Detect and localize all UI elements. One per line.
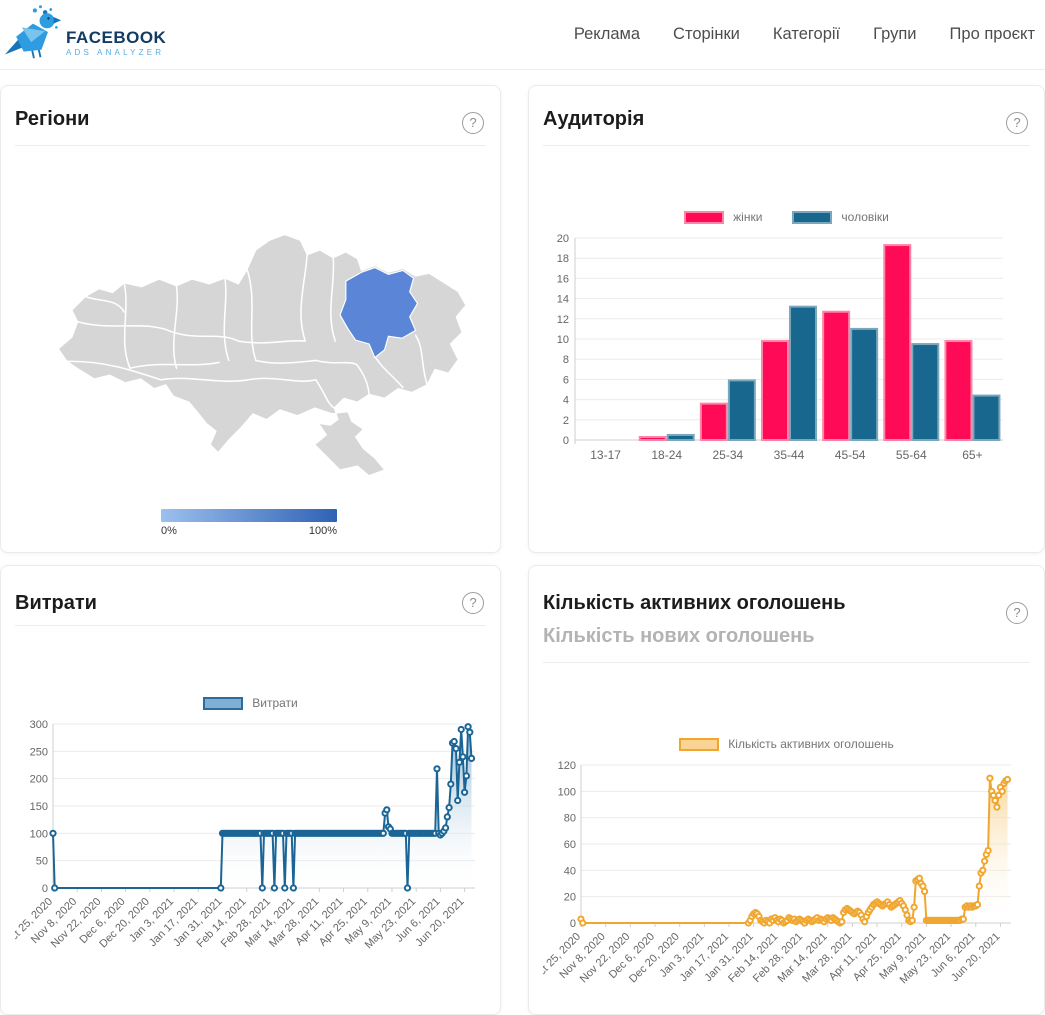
svg-text:8: 8 <box>563 354 569 366</box>
map-scale-gradient <box>161 509 337 522</box>
svg-text:20: 20 <box>564 892 576 904</box>
ads-chart-legend: Кількість активних оголошень <box>543 737 1030 751</box>
ukraine-map[interactable] <box>15 194 486 499</box>
legend-swatch <box>684 210 725 224</box>
logo-title: FACEBOOK <box>66 28 167 47</box>
svg-text:6: 6 <box>563 374 569 386</box>
svg-text:14: 14 <box>557 294 569 306</box>
svg-text:4: 4 <box>563 395 569 407</box>
expenses-help-icon[interactable]: ? <box>462 592 484 614</box>
svg-text:35-44: 35-44 <box>774 448 805 462</box>
legend-swatch <box>203 696 244 710</box>
svg-text:250: 250 <box>30 746 48 758</box>
dashboard-grid: Регіони ? 0% 100% Аудиторія ? жінки чоло… <box>0 70 1045 1015</box>
legend-swatch <box>792 210 833 224</box>
legend-swatch <box>679 737 720 751</box>
logo-text: FACEBOOK ADS ANALYZER <box>66 29 166 66</box>
ads-help-icon[interactable]: ? <box>1006 602 1028 624</box>
legend-item[interactable]: чоловіки <box>792 210 889 224</box>
audience-chart: 0 2 4 6 8 10 12 14 16 18 20 13-17 18-24 25-34 35-44 45-… <box>543 230 1030 473</box>
svg-text:45-54: 45-54 <box>835 448 866 462</box>
svg-text:18: 18 <box>557 253 569 265</box>
expenses-chart-legend: Витрати <box>15 696 486 710</box>
svg-text:16: 16 <box>557 273 569 285</box>
nav-item-categories[interactable]: Категорії <box>773 25 840 44</box>
divider <box>543 662 1030 663</box>
new-ads-title-toggle[interactable]: Кількість нових оголошень <box>543 625 1030 648</box>
main-nav: Реклама Сторінки Категорії Групи Про про… <box>574 25 1035 44</box>
active-ads-card: Кількість активних оголошень Кількість н… <box>528 565 1045 1015</box>
svg-text:200: 200 <box>30 774 48 786</box>
regions-card: Регіони ? 0% 100% <box>0 85 501 553</box>
legend-label: жінки <box>733 210 763 224</box>
legend-label: чоловіки <box>841 210 889 224</box>
svg-text:0: 0 <box>42 883 48 895</box>
regions-help-icon[interactable]: ? <box>462 112 484 134</box>
svg-text:13-17: 13-17 <box>590 448 621 462</box>
svg-text:100: 100 <box>30 828 48 840</box>
audience-card-title: Аудиторія <box>543 108 645 130</box>
active-ads-title: Кількість активних оголошень <box>543 592 846 614</box>
expenses-card-title: Витрати <box>15 592 97 614</box>
legend-item[interactable]: Кількість активних оголошень <box>679 737 894 751</box>
bird-logo-icon <box>4 3 62 66</box>
nav-item-about[interactable]: Про проєкт <box>950 25 1035 44</box>
legend-item[interactable]: жінки <box>684 210 762 224</box>
ads-chart: 0 20 40 60 80 100 120 Oct 25, 2020 Nov 8, 2020 No… <box>530 757 1030 1014</box>
legend-label: Витрати <box>252 696 298 710</box>
svg-text:10: 10 <box>557 334 569 346</box>
audience-help-icon[interactable]: ? <box>1006 112 1028 134</box>
expenses-chart: 0 50 100 150 200 250 300 Oct 25, 2020 Nov 8, 202… <box>2 716 486 979</box>
nav-item-pages[interactable]: Сторінки <box>673 25 740 44</box>
svg-text:65+: 65+ <box>962 448 982 462</box>
svg-text:80: 80 <box>564 813 576 825</box>
svg-text:50: 50 <box>36 856 48 868</box>
svg-text:100: 100 <box>558 786 576 798</box>
divider <box>15 145 486 146</box>
svg-text:0: 0 <box>563 435 569 447</box>
expenses-card: Витрати ? Витрати 0 50 100 150 200 250 300 Oct … <box>0 565 501 1015</box>
svg-text:18-24: 18-24 <box>651 448 682 462</box>
scale-max-label: 100% <box>308 525 337 537</box>
svg-text:60: 60 <box>564 839 576 851</box>
divider <box>543 145 1030 146</box>
svg-text:150: 150 <box>30 801 48 813</box>
ukraine-outline <box>57 234 466 477</box>
app-logo[interactable]: FACEBOOK ADS ANALYZER <box>4 3 166 66</box>
scale-min-label: 0% <box>161 525 177 537</box>
svg-text:20: 20 <box>557 233 569 245</box>
regions-card-title: Регіони <box>15 108 90 130</box>
logo-subtitle: ADS ANALYZER <box>66 48 165 57</box>
svg-text:55-64: 55-64 <box>896 448 927 462</box>
app-header: FACEBOOK ADS ANALYZER Реклама Сторінки К… <box>0 0 1045 70</box>
svg-text:300: 300 <box>30 719 48 731</box>
audience-card: Аудиторія ? жінки чоловіки 0 2 4 6 8 10 12 14 16 1… <box>528 85 1045 553</box>
divider <box>15 625 486 626</box>
svg-text:0: 0 <box>570 918 576 930</box>
nav-item-ads[interactable]: Реклама <box>574 25 640 44</box>
svg-text:120: 120 <box>558 760 576 772</box>
legend-item[interactable]: Витрати <box>203 696 298 710</box>
map-scale-legend: 0% 100% <box>161 509 337 537</box>
audience-chart-legend: жінки чоловіки <box>543 210 1030 224</box>
svg-text:25-34: 25-34 <box>713 448 744 462</box>
svg-text:40: 40 <box>564 865 576 877</box>
legend-label: Кількість активних оголошень <box>728 737 894 751</box>
nav-item-groups[interactable]: Групи <box>873 25 916 44</box>
svg-text:12: 12 <box>557 314 569 326</box>
svg-text:2: 2 <box>563 415 569 427</box>
